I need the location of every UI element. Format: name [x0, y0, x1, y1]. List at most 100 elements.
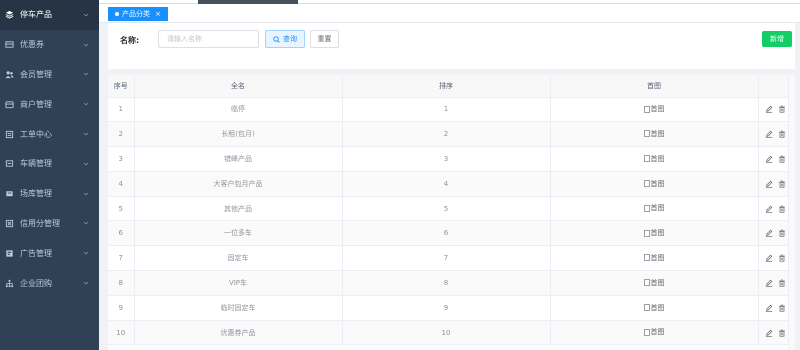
- chevron-down-icon: [83, 101, 89, 107]
- table-row: 8 VIP车 8 首图: [108, 270, 795, 296]
- sidebar-item-label: 工单中心: [20, 129, 52, 139]
- reset-button[interactable]: 重置: [310, 30, 339, 48]
- cell-index: 9: [108, 295, 135, 321]
- cell-image: 首图: [550, 270, 759, 296]
- tag-close-icon[interactable]: ×: [155, 10, 161, 18]
- edit-icon[interactable]: [765, 130, 773, 138]
- name-label: 名称:: [120, 36, 140, 45]
- shop-icon: [5, 100, 14, 109]
- cell-sort: 2: [342, 121, 551, 148]
- chevron-down-icon: [83, 71, 89, 77]
- table-header-row: 序号 全名 排序 首图 操作: [108, 75, 795, 98]
- col-header-index: 序号: [108, 75, 135, 98]
- delete-icon[interactable]: [778, 105, 786, 113]
- sidebar-item-label: 企业团购: [20, 278, 52, 288]
- sidebar-item-label: 广告管理: [20, 248, 52, 258]
- image-alt-text: 首图: [650, 179, 665, 188]
- cell-image: 首图: [550, 196, 759, 222]
- chevron-down-icon: [83, 250, 89, 256]
- layers-icon: [5, 10, 14, 19]
- users-icon: [5, 70, 14, 79]
- col-header-name: 全名: [134, 75, 343, 98]
- cell-sort: 6: [342, 220, 551, 247]
- cell-sort: 1: [342, 97, 551, 123]
- cell-name: 长租(包月): [134, 121, 343, 148]
- cell-name: 一位多车: [134, 220, 343, 247]
- image-alt-text: 首图: [650, 204, 665, 213]
- delete-icon[interactable]: [778, 304, 786, 312]
- cell-name: 错峰产品: [134, 146, 343, 172]
- chevron-down-icon: [83, 42, 89, 48]
- name-search-input[interactable]: [158, 30, 259, 48]
- delete-icon[interactable]: [778, 205, 786, 213]
- sidebar-item-label: 会员管理: [20, 69, 52, 79]
- table-row: 1 临停 1 首图: [108, 97, 795, 123]
- search-button[interactable]: 查询: [265, 30, 305, 48]
- edit-icon[interactable]: [765, 279, 773, 287]
- cell-name: 临时固定车: [134, 295, 343, 321]
- active-dot-icon: [115, 12, 119, 16]
- cell-sort: 7: [342, 245, 551, 272]
- broken-image-icon: 首图: [643, 228, 665, 238]
- cell-image: 首图: [550, 320, 759, 346]
- delete-icon[interactable]: [778, 329, 786, 337]
- sidebar-item-10[interactable]: 企业团购: [0, 268, 99, 298]
- broken-image-icon: 首图: [643, 327, 665, 337]
- cell-sort: 10: [342, 320, 551, 346]
- cell-index: 4: [108, 171, 135, 197]
- sidebar-item-label: 信用分管理: [20, 218, 60, 228]
- ad-icon: [5, 249, 14, 258]
- edit-icon[interactable]: [765, 180, 773, 188]
- image-alt-text: 首图: [650, 278, 665, 287]
- sidebar-item-5[interactable]: 工单中心: [0, 119, 99, 149]
- cell-sort: 9: [342, 295, 551, 321]
- tag-product-category[interactable]: 产品分类 ×: [108, 7, 168, 21]
- edit-icon[interactable]: [765, 105, 773, 114]
- cell-name: VIP车: [134, 270, 343, 296]
- delete-icon[interactable]: [778, 155, 786, 163]
- broken-image-icon: 首图: [643, 154, 665, 164]
- add-button[interactable]: 新增: [762, 31, 792, 47]
- cell-image: 首图: [550, 220, 759, 247]
- add-button-label: 新增: [770, 35, 784, 43]
- edit-icon[interactable]: [765, 229, 773, 238]
- sidebar-item-9[interactable]: 广告管理: [0, 238, 99, 268]
- cell-index: 5: [108, 196, 135, 222]
- search-form: 名称: 查询 重置 新增: [108, 23, 795, 69]
- edit-icon[interactable]: [765, 254, 773, 262]
- sidebar-item-1[interactable]: 停车产品: [0, 0, 99, 30]
- edit-icon[interactable]: [765, 304, 773, 312]
- cell-name: 临停: [134, 97, 343, 123]
- edit-icon[interactable]: [765, 205, 773, 213]
- edit-icon[interactable]: [765, 329, 773, 337]
- delete-icon[interactable]: [778, 279, 786, 287]
- org-tree-icon: [5, 279, 14, 288]
- sidebar-item-8[interactable]: 信用分管理: [0, 209, 99, 239]
- table-row: 7 固定车 7 首图: [108, 245, 795, 272]
- sidebar-item-label: 车辆管理: [20, 159, 52, 169]
- delete-icon[interactable]: [778, 180, 786, 188]
- delete-icon[interactable]: [778, 130, 786, 138]
- cell-name: 优惠券产品: [134, 320, 343, 346]
- edit-icon[interactable]: [765, 155, 773, 163]
- delete-icon[interactable]: [778, 229, 786, 237]
- chevron-down-icon: [83, 280, 89, 286]
- sidebar-item-label: 商户管理: [20, 99, 52, 109]
- sidebar-item-4[interactable]: 商户管理: [0, 89, 99, 119]
- sidebar-item-2[interactable]: 优惠券: [0, 30, 99, 60]
- cell-sort: 3: [342, 146, 551, 172]
- col-header-image: 首图: [550, 75, 759, 98]
- sidebar-item-7[interactable]: 场库管理: [0, 179, 99, 209]
- image-alt-text: 首图: [650, 129, 665, 138]
- search-button-label: 查询: [283, 35, 297, 43]
- cell-index: 8: [108, 270, 135, 296]
- cell-name: 固定车: [134, 245, 343, 272]
- cell-name: 大客户包月产品: [134, 171, 343, 197]
- sidebar-item-3[interactable]: 会员管理: [0, 60, 99, 90]
- broken-image-icon: 首图: [643, 278, 665, 288]
- coupon-icon: [5, 40, 14, 49]
- delete-icon[interactable]: [778, 254, 786, 262]
- sidebar-item-6[interactable]: 车辆管理: [0, 149, 99, 179]
- table-scrollbar[interactable]: [788, 75, 795, 350]
- table-row: 5 其他产品 5 首图: [108, 196, 795, 222]
